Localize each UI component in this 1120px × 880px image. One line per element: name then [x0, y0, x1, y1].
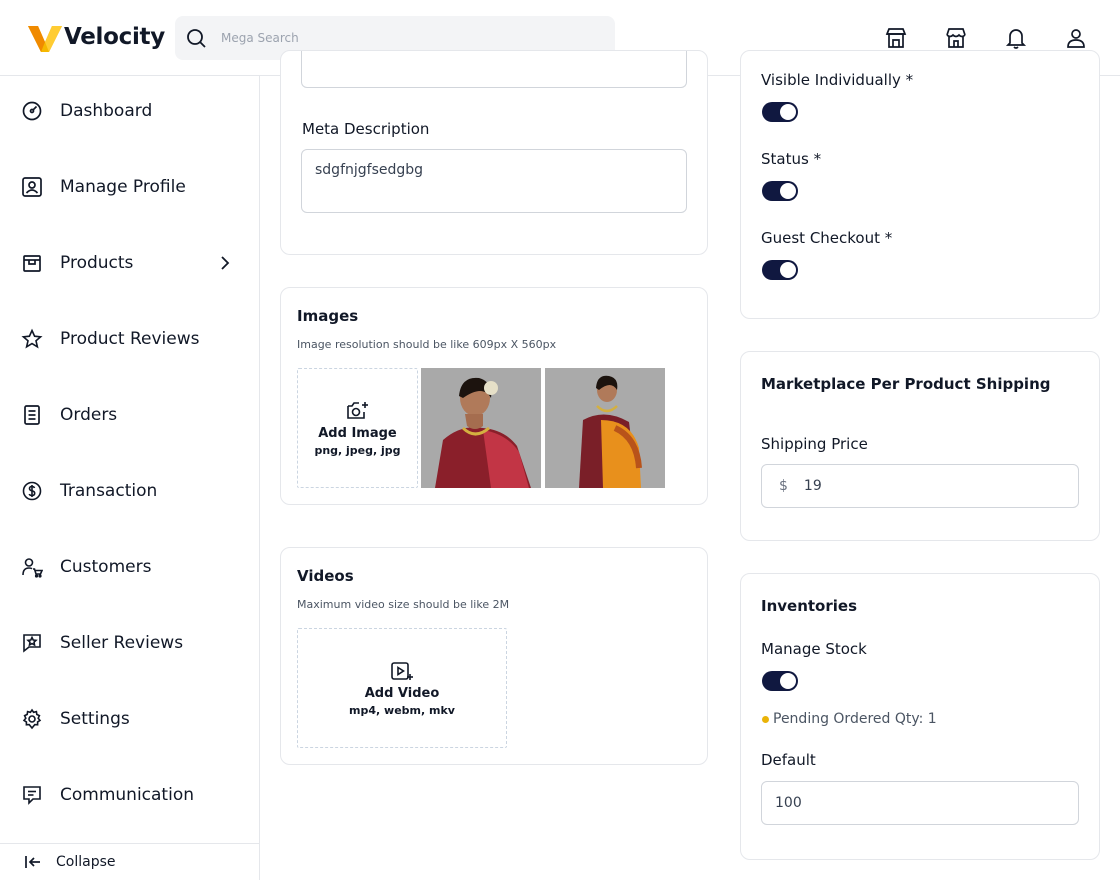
bell-icon[interactable] — [1004, 26, 1028, 50]
product-photo-2 — [545, 368, 665, 488]
images-hint: Image resolution should be like 609px X … — [297, 338, 557, 351]
currency-symbol: $ — [779, 478, 788, 494]
default-label: Default — [761, 751, 816, 769]
chevron-right-icon — [221, 256, 230, 270]
sidebar-item-label: Manage Profile — [60, 177, 186, 197]
product-image-thumbnail[interactable] — [421, 368, 541, 488]
image-formats: png, jpeg, jpg — [314, 443, 401, 457]
seo-card: Meta Description sdgfnjgfsedgbg — [280, 50, 708, 255]
orders-icon — [24, 405, 40, 425]
product-photo-1 — [421, 368, 541, 488]
shipping-card: Marketplace Per Product Shipping Shippin… — [740, 351, 1100, 541]
add-image-dropzone[interactable]: Add Image png, jpeg, jpg — [297, 368, 418, 488]
visible-individually-toggle[interactable] — [762, 102, 798, 122]
shipping-title: Marketplace Per Product Shipping — [761, 375, 1051, 393]
pending-ordered-qty: Pending Ordered Qty: 1 — [773, 711, 937, 727]
status-toggle[interactable] — [762, 181, 798, 201]
chat-icon — [23, 786, 41, 805]
status-label: Status * — [761, 150, 822, 168]
guest-checkout-toggle[interactable] — [762, 260, 798, 280]
sidebar-item-transaction[interactable]: Transaction — [0, 471, 259, 511]
sidebar-item-label: Communication — [60, 785, 194, 805]
seller-review-icon — [23, 634, 41, 653]
dollar-icon — [22, 481, 42, 501]
store-icon[interactable] — [884, 26, 908, 50]
collapse-arrow-icon — [25, 856, 40, 868]
toggle-knob — [780, 183, 796, 199]
velocity-logo-icon — [28, 26, 62, 52]
sidebar-item-label: Transaction — [60, 481, 158, 501]
sidebar-item-label: Dashboard — [60, 101, 153, 121]
sidebar-item-products[interactable]: Products — [0, 243, 259, 283]
manage-stock-toggle[interactable] — [762, 671, 798, 691]
sidebar-item-label: Orders — [60, 405, 118, 425]
images-title: Images — [297, 307, 359, 325]
sidebar-item-manage-profile[interactable]: Manage Profile — [0, 167, 259, 207]
collapse-sidebar-button[interactable]: Collapse — [0, 843, 259, 880]
guest-checkout-label: Guest Checkout * — [761, 229, 893, 247]
product-image-thumbnail[interactable] — [545, 368, 665, 488]
add-video-dropzone[interactable]: Add Video mp4, webm, mkv — [297, 628, 507, 748]
inventories-card: Inventories Manage Stock Pending Ordered… — [740, 573, 1100, 860]
sidebar-item-communication[interactable]: Communication — [0, 775, 259, 815]
sidebar-item-label: Product Reviews — [60, 329, 200, 349]
sidebar: Dashboard Manage Profile Products Produc… — [0, 76, 260, 880]
inventories-title: Inventories — [761, 597, 858, 615]
sidebar-item-label: Products — [60, 253, 134, 273]
search-icon — [187, 29, 206, 48]
videos-title: Videos — [297, 567, 354, 585]
add-image-label: Add Image — [318, 425, 397, 441]
sidebar-item-label: Seller Reviews — [60, 633, 184, 653]
user-icon[interactable] — [1064, 26, 1088, 50]
sidebar-item-orders[interactable]: Orders — [0, 395, 259, 435]
dashboard-icon — [22, 101, 42, 121]
visible-individually-label: Visible Individually * — [761, 71, 914, 89]
app-name: Velocity — [64, 24, 165, 50]
sidebar-item-settings[interactable]: Settings — [0, 699, 259, 739]
toggle-knob — [780, 262, 796, 278]
camera-plus-icon — [346, 401, 368, 419]
customers-icon — [22, 558, 43, 578]
videos-card: Videos Maximum video size should be like… — [280, 547, 708, 765]
visibility-card: Visible Individually * Status * Guest Ch… — [740, 50, 1100, 319]
shipping-price-value: 19 — [803, 478, 822, 494]
app-logo[interactable]: Velocity — [28, 22, 165, 52]
videos-hint: Maximum video size should be like 2M — [297, 598, 510, 611]
default-stock-input[interactable]: 100 — [761, 781, 1079, 825]
video-formats: mp4, webm, mkv — [349, 703, 455, 717]
products-icon — [23, 255, 41, 272]
default-stock-value: 100 — [775, 795, 802, 811]
images-card: Images Image resolution should be like 6… — [280, 287, 708, 505]
video-plus-icon — [391, 661, 413, 680]
sidebar-item-product-reviews[interactable]: Product Reviews — [0, 319, 259, 359]
toggle-knob — [780, 673, 796, 689]
shipping-price-input[interactable]: $ 19 — [761, 464, 1079, 508]
sidebar-item-label: Customers — [60, 557, 152, 577]
toggle-knob — [780, 104, 796, 120]
collapse-label: Collapse — [56, 854, 116, 870]
meta-keywords-field[interactable] — [301, 51, 687, 88]
add-video-label: Add Video — [364, 685, 440, 701]
meta-description-field[interactable]: sdgfnjgfsedgbg — [301, 149, 687, 213]
sidebar-item-dashboard[interactable]: Dashboard — [0, 91, 259, 131]
shop-icon[interactable] — [944, 26, 968, 50]
search-input[interactable] — [221, 31, 581, 45]
manage-stock-label: Manage Stock — [761, 640, 867, 658]
star-icon — [21, 328, 43, 349]
sidebar-item-label: Settings — [60, 709, 130, 729]
gear-icon — [22, 708, 42, 730]
shipping-price-label: Shipping Price — [761, 435, 868, 453]
meta-description-label: Meta Description — [302, 120, 430, 138]
pending-status-dot — [762, 716, 769, 723]
profile-icon — [22, 177, 42, 197]
sidebar-item-customers[interactable]: Customers — [0, 547, 259, 587]
sidebar-item-seller-reviews[interactable]: Seller Reviews — [0, 623, 259, 663]
